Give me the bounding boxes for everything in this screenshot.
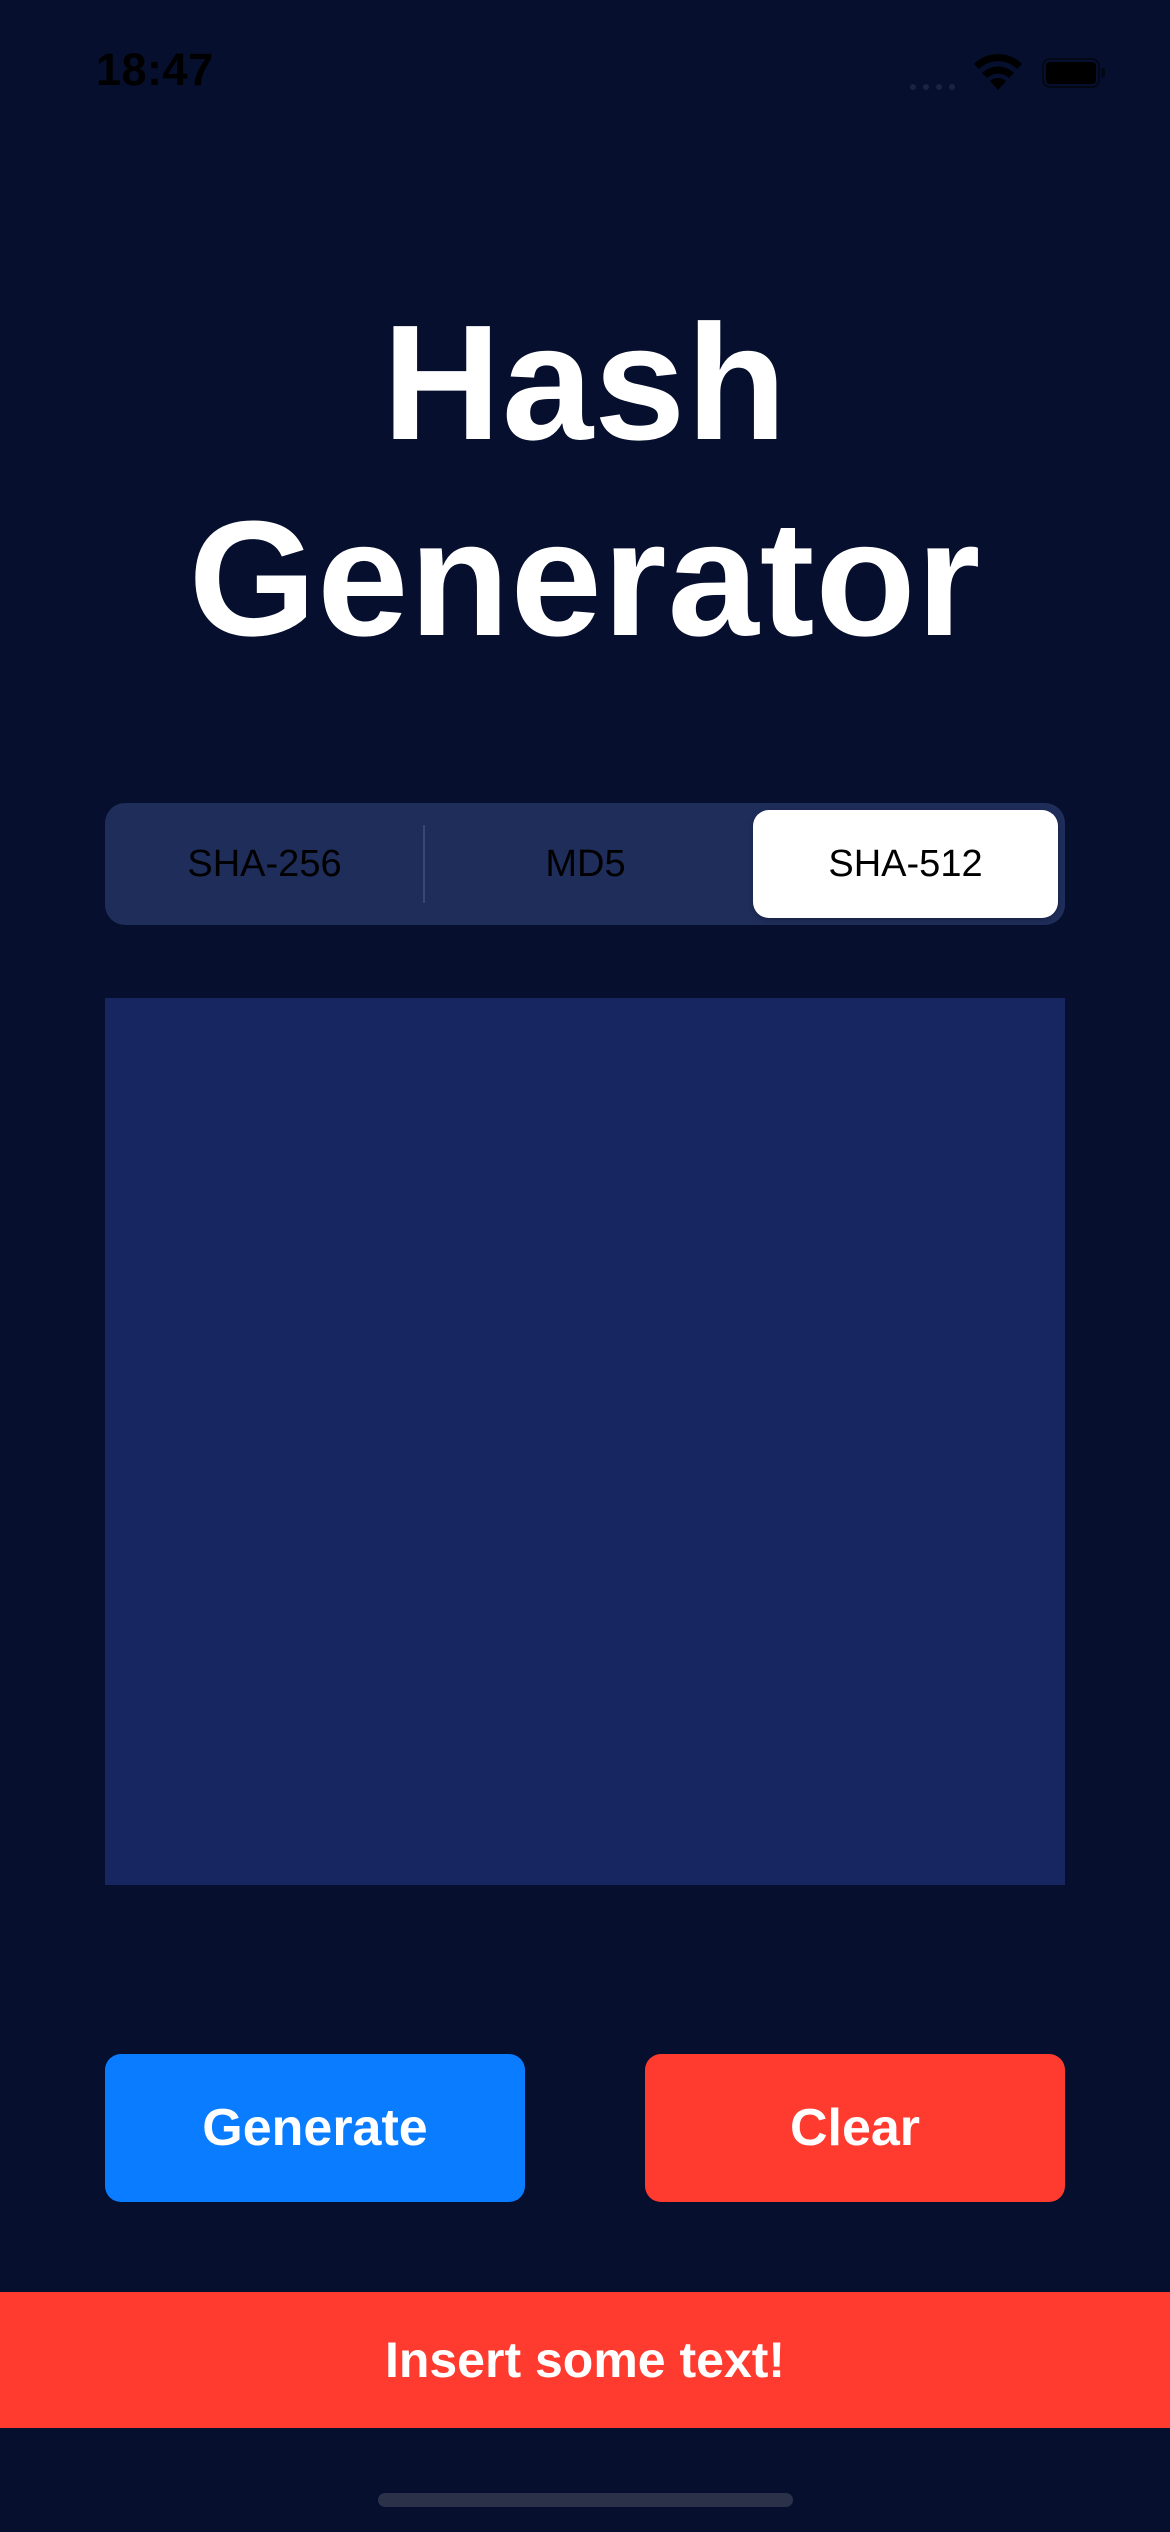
generate-button[interactable]: Generate bbox=[105, 2054, 525, 2202]
segment-divider bbox=[423, 825, 425, 903]
clear-button[interactable]: Clear bbox=[645, 2054, 1065, 2202]
cellular-signal-icon bbox=[910, 84, 960, 90]
algorithm-segmented-control: SHA-256 MD5 SHA-512 bbox=[105, 803, 1065, 925]
segment-md5[interactable]: MD5 bbox=[433, 810, 738, 918]
error-toast: Insert some text! bbox=[0, 2292, 1170, 2428]
toast-message: Insert some text! bbox=[384, 2332, 786, 2388]
home-indicator[interactable] bbox=[378, 2493, 793, 2507]
page-title-line-1: Hash bbox=[382, 291, 788, 474]
hash-generator-screen: 18:47 Hash Generator SHA-256 MD5 SHA-512… bbox=[0, 0, 1170, 2532]
wifi-icon bbox=[974, 54, 1022, 90]
segment-sha-256[interactable]: SHA-256 bbox=[112, 810, 417, 918]
text-input-area[interactable] bbox=[105, 998, 1065, 1885]
segment-sha-512[interactable]: SHA-512 bbox=[753, 810, 1058, 918]
status-bar: 18:47 bbox=[0, 0, 1170, 140]
status-time: 18:47 bbox=[96, 44, 214, 95]
battery-icon bbox=[1042, 58, 1105, 88]
page-title: Hash Generator bbox=[0, 285, 1170, 677]
page-title-line-2: Generator bbox=[188, 487, 982, 670]
